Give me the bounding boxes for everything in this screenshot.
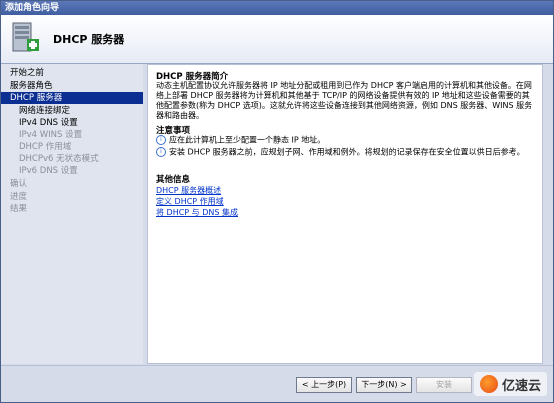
content-pane: DHCP 服务器简介 动态主机配置协议允许服务器将 IP 地址分配或租用到已作为… [147, 64, 543, 364]
note-static-ip: i 应在此计算机上至少配置一个静态 IP 地址。 [156, 135, 536, 146]
next-button[interactable]: 下一步(N) > [356, 377, 412, 393]
sidebar-item-server-roles[interactable]: 服务器角色 [10, 80, 53, 92]
server-role-icon [12, 22, 39, 52]
intro-text: 动态主机配置协议允许服务器将 IP 地址分配或租用到已作为 DHCP 客户端启用… [156, 81, 533, 120]
link-dhcp-overview[interactable]: DHCP 服务器概述 [156, 185, 221, 196]
watermark: 亿速云 [473, 372, 547, 396]
install-button[interactable]: 安装 [416, 377, 472, 393]
window-title: 添加角色向导 [1, 1, 553, 15]
info-icon: i [156, 147, 166, 157]
note-plan-subnets-text: 安装 DHCP 服务器之前，应规划子网、作用域和例外。将规划的记录保存在安全位置… [169, 147, 525, 157]
wizard-footer: < 上一步(P) 下一步(N) > 安装 亿速云 [1, 365, 553, 402]
wizard-steps-sidebar: 开始之前 服务器角色 DHCP 服务器 网络连接绑定 IPv4 DNS 设置 I… [1, 64, 143, 364]
note-plan-subnets: i 安装 DHCP 服务器之前，应规划子网、作用域和例外。将规划的记录保存在安全位… [156, 147, 536, 158]
sidebar-item-dhcp-scope: DHCP 作用域 [19, 142, 72, 152]
sidebar-item-dhcp-server[interactable]: DHCP 服务器 [1, 92, 143, 104]
sidebar-item-before-you-begin[interactable]: 开始之前 [10, 67, 44, 79]
add-roles-wizard-window: 添加角色向导 DHCP 服务器 开始之前 服务器角色 DHCP 服务器 网络连接… [0, 0, 554, 403]
info-icon: i [156, 135, 166, 145]
page-title: DHCP 服务器 [53, 33, 125, 46]
watermark-text: 亿速云 [501, 378, 541, 394]
sidebar-item-ipv4-wins: IPv4 WINS 设置 [19, 130, 83, 140]
sidebar-item-ipv4-dns[interactable]: IPv4 DNS 设置 [19, 117, 78, 129]
sidebar-item-ipv6-dns: IPv6 DNS 设置 [19, 166, 78, 176]
previous-button[interactable]: < 上一步(P) [296, 377, 352, 393]
sidebar-item-network-binding[interactable]: 网络连接绑定 [19, 105, 70, 117]
wizard-header: DHCP 服务器 [1, 15, 553, 64]
more-info-heading: 其他信息 [156, 175, 191, 185]
sidebar-item-results: 结果 [10, 204, 28, 214]
sidebar-item-dhcpv6-stateless: DHCPv6 无状态模式 [19, 154, 99, 164]
watermark-logo-icon [479, 375, 498, 393]
link-define-dhcp-scope[interactable]: 定义 DHCP 作用域 [156, 196, 224, 207]
note-static-ip-text: 应在此计算机上至少配置一个静态 IP 地址。 [169, 135, 326, 145]
sidebar-item-confirmation: 确认 [10, 179, 28, 189]
link-dhcp-dns-integration[interactable]: 将 DHCP 与 DNS 集成 [156, 207, 238, 218]
sidebar-item-progress: 进度 [10, 192, 28, 202]
